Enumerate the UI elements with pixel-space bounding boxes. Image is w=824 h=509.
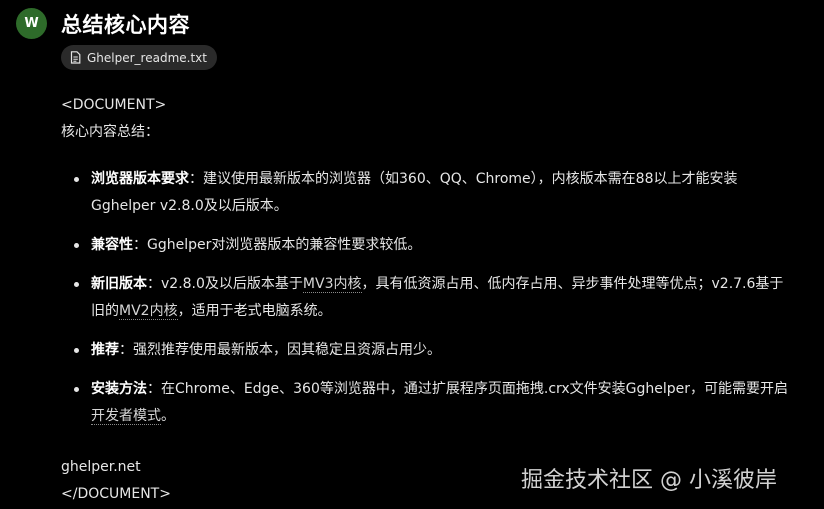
item-text: ：在Chrome、Edge、360等浏览器中，通过扩展程序页面拖拽.crx文件安… (147, 381, 789, 397)
summary-list: 浏览器版本要求：建议使用最新版本的浏览器（如360、QQ、Chrome），内核版… (61, 166, 791, 430)
document-open-tag: <DOCUMENT> (61, 97, 167, 113)
item-text: ，适用于老式电脑系统。 (177, 303, 332, 319)
list-item: 推荐：强烈推荐使用最新版本，因其稳定且资源占用少。 (61, 337, 791, 364)
item-key: 新旧版本 (91, 276, 147, 292)
item-key: 安装方法 (91, 381, 147, 397)
summary-label: 核心内容总结： (61, 124, 159, 140)
mv2-kernel-link[interactable]: MV2内核 (119, 303, 178, 320)
watermark: 掘金技术社区 @ 小溪彼岸 (521, 468, 777, 493)
list-item: 浏览器版本要求：建议使用最新版本的浏览器（如360、QQ、Chrome），内核版… (61, 166, 791, 220)
list-item: 兼容性：Gghelper对浏览器版本的兼容性要求较低。 (61, 232, 791, 259)
attachment-chip[interactable]: Ghelper_readme.txt (61, 45, 217, 70)
item-key: 推荐 (91, 342, 119, 358)
developer-mode-link[interactable]: 开发者模式 (91, 408, 161, 425)
item-text: ：Gghelper对浏览器版本的兼容性要求较低。 (133, 237, 422, 253)
item-key: 浏览器版本要求 (91, 171, 189, 187)
item-text: ：强烈推荐使用最新版本，因其稳定且资源占用少。 (119, 342, 441, 358)
mv3-kernel-link[interactable]: MV3内核 (302, 276, 362, 293)
message-body: <DOCUMENT> 核心内容总结： 浏览器版本要求：建议使用最新版本的浏览器（… (61, 92, 791, 508)
message-header: W 总结核心内容 (16, 8, 190, 39)
attachment-filename: Ghelper_readme.txt (87, 50, 207, 65)
list-item: 新旧版本：v2.8.0及以后版本基于MV3内核，具有低资源占用、低内存占用、异步… (61, 271, 791, 325)
message-title: 总结核心内容 (61, 12, 190, 37)
file-icon (70, 51, 81, 64)
item-text: ：v2.8.0及以后版本基于 (147, 276, 303, 292)
item-text: 。 (161, 408, 175, 424)
avatar[interactable]: W (16, 8, 47, 39)
list-item: 安装方法：在Chrome、Edge、360等浏览器中，通过扩展程序页面拖拽.cr… (61, 376, 791, 430)
item-key: 兼容性 (91, 237, 133, 253)
